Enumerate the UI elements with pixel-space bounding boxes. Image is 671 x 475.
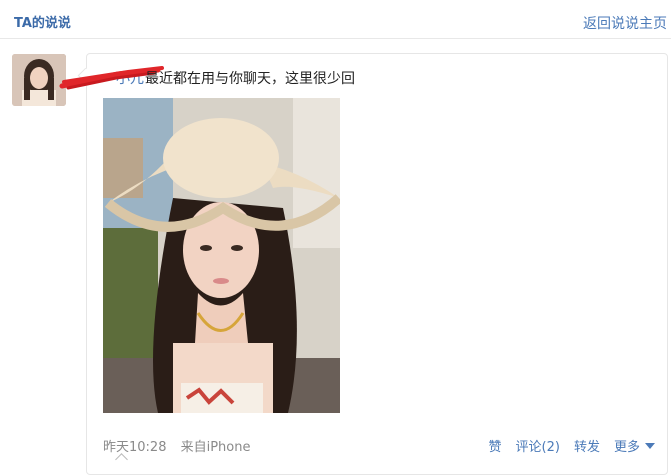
header-divider (0, 38, 671, 39)
post-photo[interactable] (103, 98, 340, 413)
post-text: 最近都在用与你聊天，这里很少回 (145, 71, 355, 87)
post-meta: 昨天10:28 来自iPhone (103, 436, 261, 455)
back-to-shuoshuo-home-link[interactable]: 返回说说主页 (583, 13, 667, 33)
woman-in-sun-hat-image (103, 98, 340, 413)
more-label: 更多 (613, 440, 640, 455)
post-time: 昨天10:28 (103, 440, 167, 455)
comment-button[interactable]: 评论(2) (516, 436, 560, 455)
post-actions: 赞 评论(2) 转发 更多 (489, 436, 655, 455)
post-source: 来自iPhone (180, 440, 251, 455)
forward-button[interactable]: 转发 (574, 436, 600, 455)
page-title: TA的说说 (14, 16, 71, 31)
more-menu-button[interactable]: 更多 (614, 436, 655, 455)
caret-down-icon (645, 443, 655, 449)
like-button[interactable]: 赞 (489, 436, 502, 455)
